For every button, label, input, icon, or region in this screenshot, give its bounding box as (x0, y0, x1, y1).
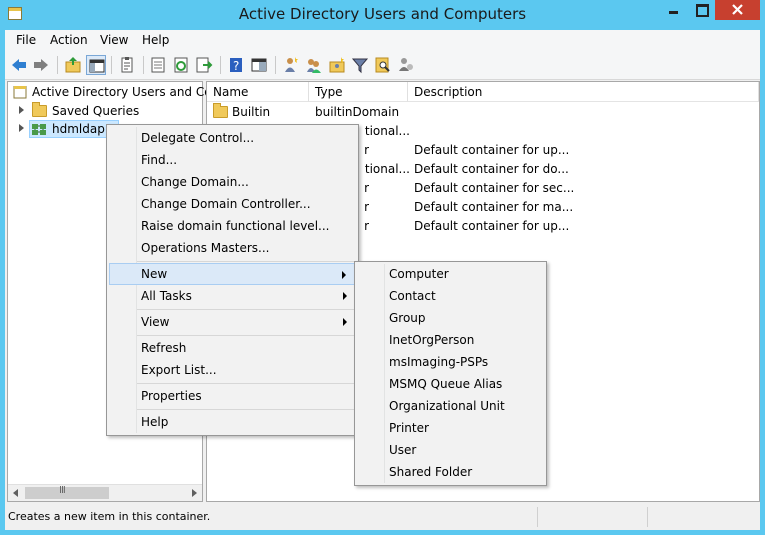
menu-item-view[interactable]: View (109, 311, 356, 333)
submenu-item-msmq-queue-alias[interactable]: MSMQ Queue Alias (357, 373, 544, 395)
cell-description: Default container for up... (414, 143, 570, 157)
export-icon[interactable] (194, 55, 214, 75)
cell-description: Default container for up... (414, 219, 570, 233)
find-icon[interactable] (373, 55, 393, 75)
tree-item-label: Saved Queries (52, 104, 140, 118)
add-to-group-icon[interactable] (396, 55, 416, 75)
menu-item-refresh[interactable]: Refresh (109, 337, 356, 359)
toolbar: ? (5, 50, 760, 80)
submenu-arrow-icon (343, 292, 347, 300)
scroll-grip: III (59, 485, 66, 496)
up-folder-icon[interactable] (63, 55, 83, 75)
menu-item-new[interactable]: New (109, 263, 356, 285)
menu-item-export-list[interactable]: Export List... (109, 359, 356, 381)
list-row[interactable]: Builtin builtinDomain (207, 103, 759, 122)
new-submenu: Computer Contact Group InetOrgPerson msI… (354, 261, 547, 486)
submenu-arrow-icon (343, 318, 347, 326)
menu-separator (137, 383, 354, 384)
menu-help[interactable]: Help (142, 33, 169, 47)
expand-arrow-icon[interactable] (19, 124, 24, 132)
menu-separator (137, 335, 354, 336)
forward-icon[interactable] (31, 55, 51, 75)
clipboard-icon[interactable] (117, 55, 137, 75)
cell-description: Default container for sec... (414, 181, 575, 195)
toolbar-separator (275, 56, 276, 74)
menu-item-all-tasks[interactable]: All Tasks (109, 285, 356, 307)
status-text: Creates a new item in this container. (8, 510, 211, 523)
back-icon[interactable] (9, 55, 29, 75)
cell-name: Builtin (232, 105, 271, 119)
submenu-item-msimaging-psps[interactable]: msImaging-PSPs (357, 351, 544, 373)
submenu-item-shared-folder[interactable]: Shared Folder (357, 461, 544, 483)
submenu-item-group[interactable]: Group (357, 307, 544, 329)
properties-pane-icon[interactable] (249, 55, 269, 75)
window-title: Active Directory Users and Computers (238, 5, 527, 23)
submenu-item-inetorgperson[interactable]: InetOrgPerson (357, 329, 544, 351)
main-window: Active Directory Users and Computers Fil… (0, 0, 765, 535)
console-tree-icon[interactable] (86, 55, 106, 75)
menu-item-change-domain[interactable]: Change Domain... (109, 171, 356, 193)
menu-item-raise-functional-level[interactable]: Raise domain functional level... (109, 215, 356, 237)
cell-type: builtinDomain (315, 105, 400, 119)
menu-separator (137, 261, 354, 262)
menu-bar: File Action View Help (5, 30, 760, 50)
folder-icon (32, 102, 47, 117)
menu-separator (137, 409, 354, 410)
scrollbar-thumb[interactable]: III (25, 485, 109, 499)
menu-item-properties[interactable]: Properties (109, 385, 356, 407)
toolbar-separator (57, 56, 58, 74)
scroll-right-icon[interactable] (192, 489, 197, 497)
filter-icon[interactable] (350, 55, 370, 75)
toolbar-separator (220, 56, 221, 74)
submenu-item-contact[interactable]: Contact (357, 285, 544, 307)
refresh-icon[interactable] (171, 55, 191, 75)
close-button[interactable] (715, 0, 760, 20)
close-icon (732, 4, 743, 15)
tree-root[interactable]: Active Directory Users and Com (8, 83, 223, 102)
cell-description: Default container for ma... (414, 200, 574, 214)
status-bar: Creates a new item in this container. (5, 504, 760, 530)
export-list-icon[interactable] (148, 55, 168, 75)
submenu-arrow-icon (342, 271, 346, 279)
column-header-type[interactable]: Type (309, 82, 408, 102)
menu-view[interactable]: View (100, 33, 128, 47)
submenu-item-printer[interactable]: Printer (357, 417, 544, 439)
status-divider (537, 507, 538, 527)
tree-item-saved-queries[interactable]: Saved Queries (8, 102, 202, 121)
status-divider (647, 507, 648, 527)
tree-root-label: Active Directory Users and Com (32, 85, 224, 99)
expand-arrow-icon[interactable] (19, 106, 24, 114)
column-header-name[interactable]: Name (207, 82, 309, 102)
title-bar[interactable]: Active Directory Users and Computers (0, 0, 765, 30)
column-header-description[interactable]: Description (408, 82, 759, 102)
svg-text:?: ? (233, 59, 239, 73)
submenu-item-user[interactable]: User (357, 439, 544, 461)
domain-icon (32, 123, 47, 136)
new-ou-icon[interactable] (327, 55, 347, 75)
help-icon[interactable]: ? (226, 55, 246, 75)
menu-item-find[interactable]: Find... (109, 149, 356, 171)
menu-item-help[interactable]: Help (109, 411, 356, 433)
menu-item-change-domain-controller[interactable]: Change Domain Controller... (109, 193, 356, 215)
submenu-item-computer[interactable]: Computer (357, 263, 544, 285)
toolbar-separator (143, 56, 144, 74)
submenu-item-organizational-unit[interactable]: Organizational Unit (357, 395, 544, 417)
console-root-icon (13, 85, 28, 99)
new-user-icon[interactable] (281, 55, 301, 75)
folder-icon (213, 103, 228, 118)
menu-item-operations-masters[interactable]: Operations Masters... (109, 237, 356, 259)
maximize-button[interactable] (687, 0, 715, 20)
minimize-button[interactable] (660, 0, 687, 20)
menu-action[interactable]: Action (50, 33, 88, 47)
menu-file[interactable]: File (16, 33, 36, 47)
scroll-left-icon[interactable] (13, 489, 18, 497)
toolbar-separator (111, 56, 112, 74)
context-menu: Delegate Control... Find... Change Domai… (106, 124, 359, 436)
menu-item-delegate-control[interactable]: Delegate Control... (109, 127, 356, 149)
horizontal-scrollbar[interactable]: III (8, 484, 202, 501)
cell-description: Default container for do... (414, 162, 569, 176)
new-group-icon[interactable] (304, 55, 324, 75)
menu-separator (137, 309, 354, 310)
